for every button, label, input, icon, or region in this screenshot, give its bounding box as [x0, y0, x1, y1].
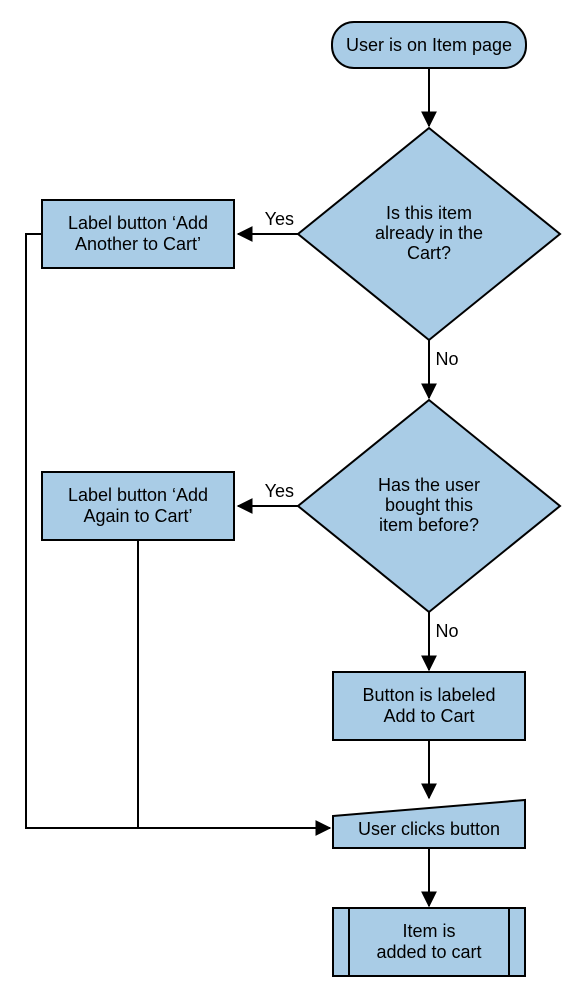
- decision-in-cart-line1: Is this item: [386, 203, 472, 223]
- edge-decision2-yes-label: Yes: [265, 481, 294, 501]
- decision-in-cart-line3: Cart?: [407, 243, 451, 263]
- decision-bought-line1: Has the user: [378, 475, 480, 495]
- decision-in-cart-line2: already in the: [375, 223, 483, 243]
- edge-decision1-no-label: No: [435, 349, 458, 369]
- process-add-another-line1: Label button ‘Add: [68, 213, 208, 233]
- process-add-again-line2: Again to Cart’: [83, 506, 192, 526]
- decision-bought-line3: item before?: [379, 515, 479, 535]
- terminator-added-line2: added to cart: [376, 942, 481, 962]
- edge-decision1-yes-label: Yes: [265, 209, 294, 229]
- start-node-label: User is on Item page: [346, 35, 512, 55]
- process-add-again-line1: Label button ‘Add: [68, 485, 208, 505]
- edge-decision2-no-label: No: [435, 621, 458, 641]
- process-add-another-line2: Another to Cart’: [75, 234, 201, 254]
- terminator-added-line1: Item is: [402, 921, 455, 941]
- input-user-clicks-label: User clicks button: [358, 819, 500, 839]
- process-add-to-cart-line1: Button is labeled: [362, 685, 495, 705]
- process-add-to-cart-line2: Add to Cart: [383, 706, 474, 726]
- decision-bought-line2: bought this: [385, 495, 473, 515]
